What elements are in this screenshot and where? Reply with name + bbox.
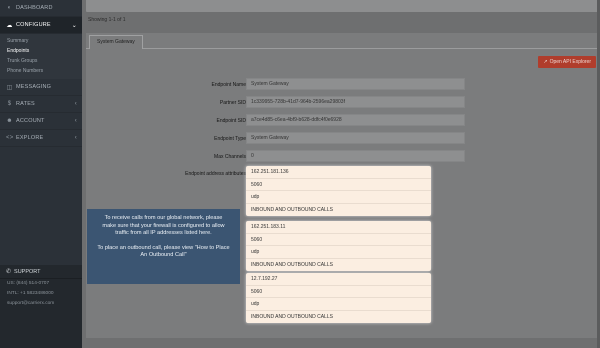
endpoint-name-field: System Gateway — [246, 78, 465, 90]
address-port: 5060 — [246, 234, 431, 246]
cloud-icon: ☁ — [6, 22, 13, 29]
sidebar-item-explore[interactable]: <> EXPLORE ‹ — [0, 130, 82, 147]
tooltip-text-firewall: To receive calls from our global network… — [102, 215, 225, 237]
chat-icon: ◫ — [6, 84, 13, 91]
firewall-tooltip: To receive calls from our global network… — [87, 209, 240, 284]
chevron-left-icon: ‹ — [74, 101, 77, 107]
partner-sid-field: 1c339955-728b-41d7-964b-2596ea29803f — [246, 96, 465, 108]
submenu-item-phone-numbers[interactable]: Phone Numbers — [0, 66, 82, 76]
address-transport: udp — [246, 191, 431, 204]
support-us-phone[interactable]: US: (844) 514-0707 — [0, 279, 82, 289]
sidebar-item-label: MESSAGING — [16, 84, 52, 90]
address-direction: INBOUND AND OUTBOUND CALLS — [251, 313, 333, 320]
address-direction: INBOUND AND OUTBOUND CALLS — [251, 261, 333, 268]
endpoint-type-field: System Gateway — [246, 132, 465, 144]
endpoint-sid-label: Endpoint SID — [216, 118, 246, 124]
dollar-icon: $ — [7, 101, 12, 107]
api-button-label: Open API Explorer — [549, 59, 591, 65]
max-channels-field: 0 — [246, 150, 465, 162]
support-title: SUPPORT — [14, 268, 41, 275]
dashboard-icon: ◐ — [7, 5, 12, 11]
support-panel: ✆ SUPPORT US: (844) 514-0707 INTL: +1 58… — [0, 265, 82, 348]
address-direction: INBOUND AND OUTBOUND CALLS — [251, 206, 333, 213]
address-port: 5060 — [246, 179, 431, 191]
results-count: Showing 1-1 of 1 — [88, 17, 126, 23]
address-card-3: 12.7.192.27 5060 udp INBOUND AND OUTBOUN… — [246, 273, 431, 323]
endpoint-type-label: Endpoint Type — [214, 136, 246, 142]
support-email[interactable]: support@carrierx.com — [0, 299, 82, 309]
submenu-item-trunk-groups[interactable]: Trunk Groups — [0, 56, 82, 66]
main-content: Showing 1-1 of 1 System Gateway ↗ Open AP… — [82, 0, 600, 348]
max-channels-label: Max Channels — [214, 154, 246, 160]
chevron-left-icon: ‹ — [74, 118, 77, 124]
submenu-item-endpoints[interactable]: Endpoints — [0, 46, 82, 56]
sidebar-item-label: CONFIGURE — [16, 22, 51, 28]
configure-submenu: Summary Endpoints Trunk Groups Phone Num… — [0, 34, 82, 79]
address-card-1: 162.251.181.136 5060 udp INBOUND AND OUT… — [246, 166, 431, 216]
endpoint-panel: System Gateway ↗ Open API Explorer Endpoi… — [86, 33, 600, 338]
chevron-left-icon: ‹ — [74, 135, 77, 141]
address-transport: udp — [246, 246, 431, 259]
top-panel — [86, 0, 600, 12]
support-heading: ✆ SUPPORT — [0, 265, 82, 279]
sidebar-item-dashboard[interactable]: ◐ DASHBOARD — [0, 0, 82, 17]
sidebar-item-rates[interactable]: $ RATES ‹ — [0, 96, 82, 113]
endpoint-sid-field: a7ce4d85-c6ea-4bf9-b628-ddfc4f0e6928 — [246, 114, 465, 126]
sidebar: ◐ DASHBOARD ☁ CONFIGURE ⌄ Summary Endpoi… — [0, 0, 82, 348]
sidebar-item-messaging[interactable]: ◫ MESSAGING — [0, 79, 82, 96]
endpoint-name-label: Endpoint Name — [211, 82, 246, 88]
partner-sid-label: Partner SID — [219, 100, 246, 106]
open-api-explorer-button[interactable]: ↗ Open API Explorer — [538, 56, 596, 68]
phone-icon: ✆ — [6, 269, 12, 275]
sidebar-item-label: ACCOUNT — [16, 118, 45, 124]
address-card-2: 162.251.183.11 5060 udp INBOUND AND OUTB… — [246, 221, 431, 271]
tab-bar: System Gateway — [86, 33, 600, 49]
address-port: 5060 — [246, 286, 431, 298]
address-ip: 162.251.181.136 — [246, 166, 431, 179]
submenu-item-summary[interactable]: Summary — [0, 36, 82, 46]
address-transport: udp — [246, 298, 431, 311]
tab-system-gateway[interactable]: System Gateway — [89, 35, 143, 49]
tooltip-text-outbound: To place an outbound call, please view "… — [97, 244, 230, 259]
user-icon: ☻ — [6, 118, 13, 124]
sidebar-item-label: EXPLORE — [16, 135, 44, 141]
address-ip: 162.251.183.11 — [246, 221, 431, 234]
sidebar-item-account[interactable]: ☻ ACCOUNT ‹ — [0, 113, 82, 130]
sidebar-item-label: DASHBOARD — [16, 5, 53, 11]
support-intl-phone[interactable]: INTL: +1 5823486000 — [0, 289, 82, 299]
address-attributes-label: Endpoint address attributes — [185, 171, 246, 177]
external-link-icon: ↗ — [543, 59, 548, 65]
code-icon: <> — [6, 135, 14, 141]
sidebar-item-label: RATES — [16, 101, 35, 107]
sidebar-item-configure[interactable]: ☁ CONFIGURE ⌄ — [0, 17, 82, 34]
chevron-down-icon: ⌄ — [71, 22, 77, 29]
address-ip: 12.7.192.27 — [246, 273, 431, 286]
